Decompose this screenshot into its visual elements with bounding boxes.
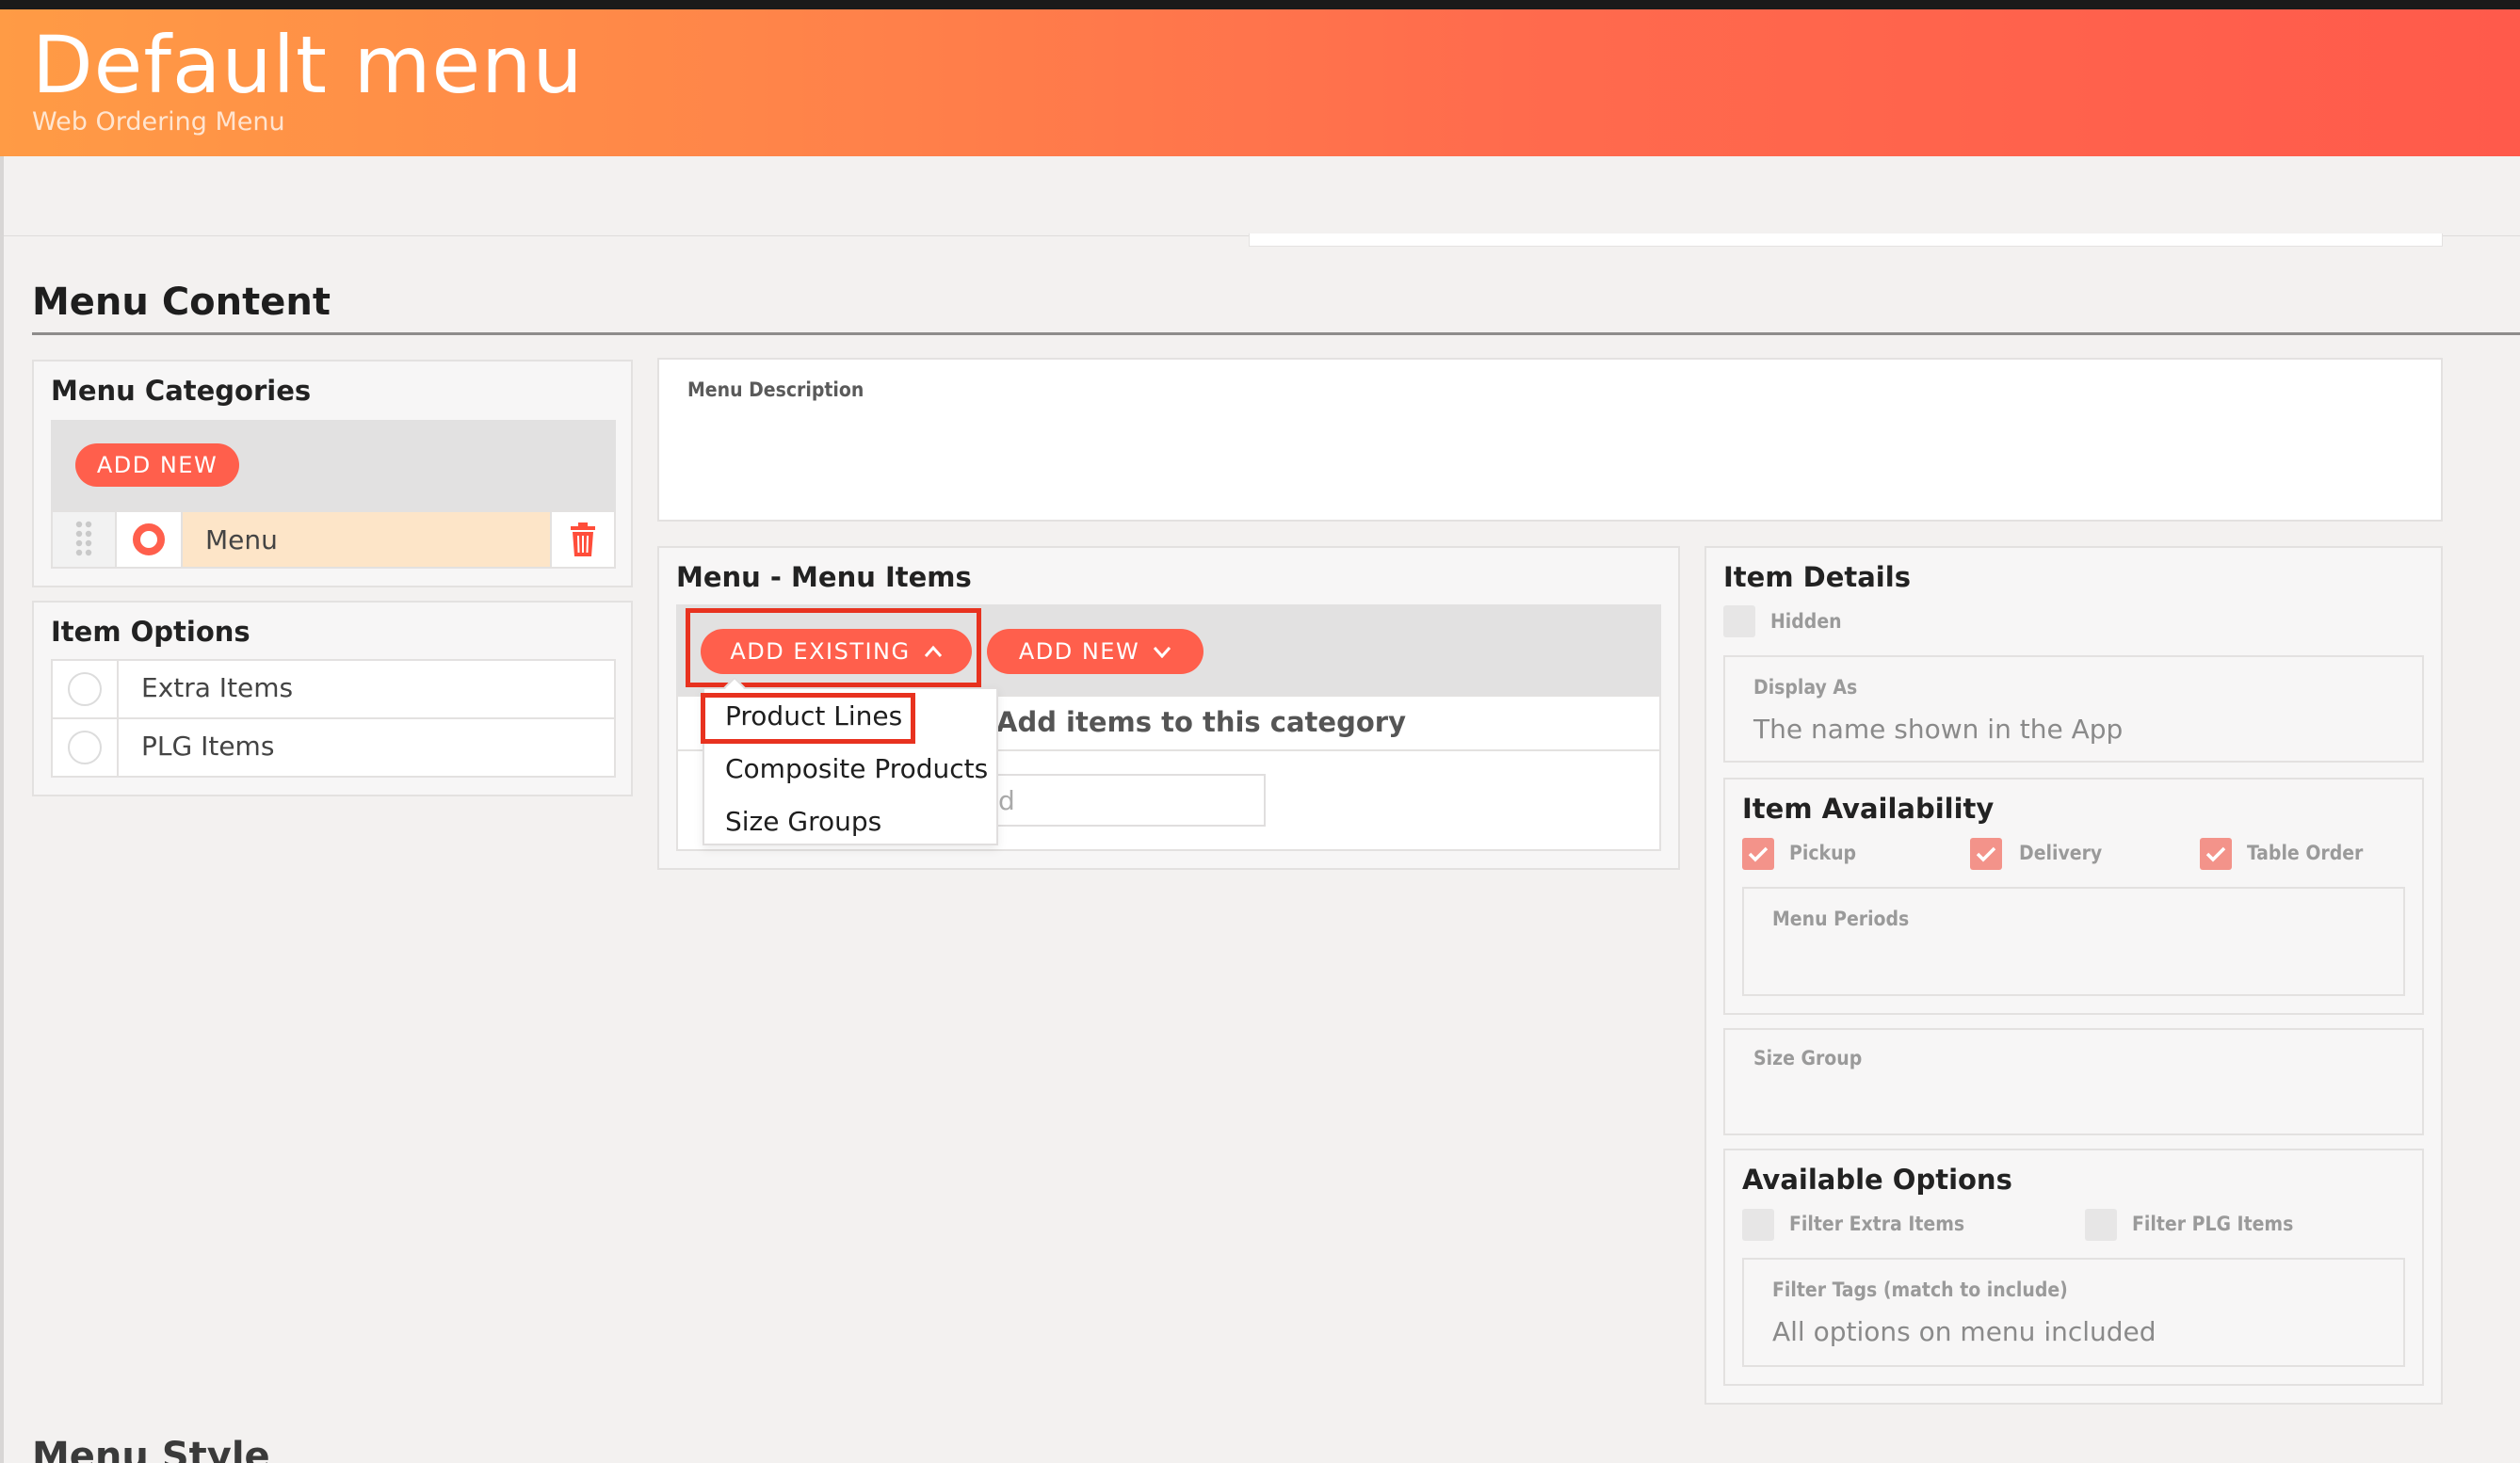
filter-tags-value: All options on menu included (1772, 1316, 2157, 1347)
filter-extra-checkbox[interactable] (1742, 1209, 1774, 1241)
left-border (0, 156, 4, 1463)
menu-description-label: Menu Description (687, 378, 864, 401)
menu-periods-label: Menu Periods (1772, 908, 1910, 930)
product-lines-highlight (701, 693, 915, 744)
menu-description-field[interactable] (657, 358, 2443, 522)
top-edge (0, 0, 2520, 9)
filter-plg-label: Filter PLG Items (2132, 1213, 2294, 1235)
display-as-label: Display As (1753, 676, 1858, 699)
empty-category-text: Add items to this category (996, 706, 1406, 738)
hidden-label: Hidden (1770, 610, 1842, 633)
item-option-radio[interactable] (53, 719, 119, 776)
category-label[interactable]: Menu (183, 512, 550, 567)
display-as-field[interactable] (1723, 655, 2424, 763)
size-group-label: Size Group (1753, 1047, 1863, 1069)
pickup-checkbox[interactable] (1742, 838, 1774, 870)
page-title: Default menu (32, 19, 584, 111)
item-option-row[interactable] (51, 659, 616, 719)
item-option-label: Extra Items (141, 672, 294, 703)
filter-extra-label: Filter Extra Items (1789, 1213, 1965, 1235)
table-order-label: Table Order (2247, 842, 2364, 864)
add-new-item-button[interactable]: ADD NEW (987, 629, 1203, 674)
delivery-label: Delivery (2019, 842, 2103, 864)
drag-handle-icon[interactable] (53, 512, 117, 567)
filter-plg-checkbox[interactable] (2085, 1209, 2117, 1241)
next-section-title: Menu Style (32, 1435, 270, 1463)
table-order-checkbox[interactable] (2200, 838, 2232, 870)
trash-icon[interactable] (550, 512, 614, 567)
delivery-checkbox[interactable] (1970, 838, 2002, 870)
category-radio[interactable] (117, 512, 183, 567)
size-group-field[interactable] (1723, 1028, 2424, 1135)
item-option-radio[interactable] (53, 661, 119, 717)
menu-periods-field[interactable] (1742, 887, 2405, 996)
item-availability-title: Item Availability (1742, 793, 1995, 825)
filter-tags-field[interactable] (1742, 1258, 2405, 1367)
chevron-up-icon (924, 645, 942, 657)
chevron-down-icon (1154, 647, 1171, 658)
collapsed-field (1249, 233, 2443, 247)
add-existing-label: ADD EXISTING (730, 638, 911, 665)
search-input[interactable]: d (979, 774, 1266, 827)
check-icon (2205, 846, 2226, 862)
dropdown-item-composite-products[interactable]: Composite Products (725, 753, 988, 784)
page-subtitle: Web Ordering Menu (32, 107, 285, 137)
available-options-title: Available Options (1742, 1164, 2012, 1196)
item-details-title: Item Details (1723, 561, 1911, 593)
item-option-label: PLG Items (141, 731, 275, 762)
section-title: Menu Content (32, 281, 331, 324)
pickup-label: Pickup (1789, 842, 1857, 864)
item-options-title: Item Options (51, 616, 250, 648)
filter-tags-label: Filter Tags (match to include) (1772, 1278, 2068, 1301)
check-icon (1748, 846, 1769, 862)
page-header: Default menu Web Ordering Menu (0, 9, 2520, 156)
check-icon (1976, 846, 1996, 862)
add-new-item-label: ADD NEW (1018, 638, 1140, 665)
menu-categories-title: Menu Categories (51, 375, 312, 407)
hidden-checkbox[interactable] (1723, 605, 1755, 637)
display-as-placeholder: The name shown in the App (1753, 714, 2124, 745)
add-category-button[interactable]: ADD NEW (75, 443, 239, 487)
menu-items-title: Menu - Menu Items (676, 561, 972, 593)
add-existing-button[interactable]: ADD EXISTING (701, 629, 972, 674)
dropdown-item-size-groups[interactable]: Size Groups (725, 806, 881, 837)
item-option-row[interactable] (51, 717, 616, 778)
section-underline (32, 332, 2520, 335)
